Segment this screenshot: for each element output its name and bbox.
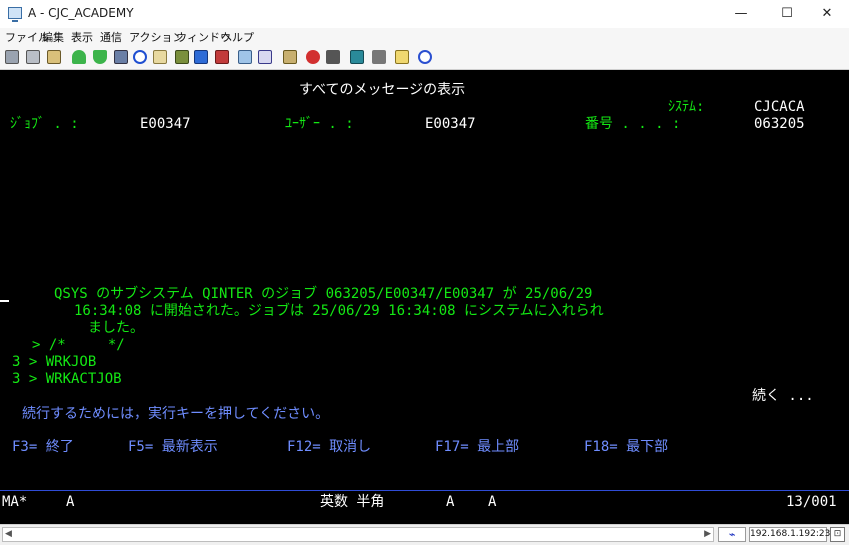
keyboard-icon[interactable] [238,50,252,64]
message-line-3: ました。 [88,320,144,336]
fkey-f18[interactable]: F18= 最下部 [584,439,668,455]
more-indicator: 続く ... [752,388,814,404]
record-macro-icon[interactable] [215,50,229,64]
job-label: ｼﾞｮﾌﾞ . : [10,116,79,132]
command-line-3: 3 > WRKACTJOB [12,371,122,387]
navigator-icon[interactable] [133,50,147,64]
oia-flag-1: A [446,494,455,510]
user-label: ﾕｰｻﾞｰ . : [285,116,354,132]
terminal-app-icon [8,7,22,22]
pause-icon[interactable] [372,50,386,64]
paste-icon[interactable] [26,50,40,64]
print-screen-icon[interactable] [114,50,128,64]
oia-input-mode: 英数 半角 [320,494,385,510]
tools-icon[interactable] [283,50,297,64]
menu-communication[interactable]: 通信 [100,29,122,45]
scroll-left-icon[interactable]: ◀ [5,528,12,541]
system-value: CJCACA [754,99,805,115]
macro-icon[interactable] [194,50,208,64]
display-file-icon[interactable] [153,50,167,64]
oia-separator [0,490,849,491]
paste-next-icon[interactable] [47,50,61,64]
window-title: A - CJC_ACADEMY [28,6,134,20]
scroll-right-icon[interactable]: ▶ [704,528,711,541]
connect-icon[interactable]: ⌁ [718,527,746,542]
command-line-1: > /* */ [32,337,125,353]
record-icon[interactable] [306,50,320,64]
oia-session: A [66,494,75,510]
menu-bar: ファイル 編集 表示 通信 アクション ウィンドウ ヘルプ [0,28,849,45]
close-button[interactable]: ✕ [804,0,849,28]
number-value: 063205 [754,116,805,132]
menu-edit[interactable]: 編集 [42,29,64,45]
copy-icon[interactable] [5,50,19,64]
send-file-icon[interactable] [72,50,86,64]
fkey-f12[interactable]: F12= 取消し [287,439,371,455]
system-label: ｼｽﾃﾑ: [668,99,705,115]
screen-title: すべてのメッセージの表示 [299,82,466,98]
message-line-1: QSYS のサブシステム QINTER のジョブ 063205/E00347/E… [54,286,593,302]
oia-cursor-position: 13/001 [786,494,837,510]
terminal-screen[interactable]: すべてのメッセージの表示 ｼｽﾃﾑ: CJCACA ｼﾞｮﾌﾞ . : E003… [0,70,849,524]
menu-help[interactable]: ヘルプ [221,29,254,45]
session-icon[interactable]: ⊡ [830,527,845,542]
cursor-marker [0,300,9,302]
horizontal-scrollbar[interactable]: ◀ ▶ [2,527,714,542]
job-value: E00347 [140,116,191,132]
fkey-f17[interactable]: F17= 最上部 [435,439,519,455]
status-bar: ◀ ▶ ⌁ 192.168.1.192:23 ⊡ [0,524,849,545]
host-address: 192.168.1.192:23 [749,527,830,542]
number-label: 番号 . . . : [585,116,681,132]
command-line-2: 3 > WRKJOB [12,354,97,370]
minimize-button[interactable]: — [718,0,764,28]
user-value: E00347 [425,116,476,132]
toolbar [0,45,849,70]
oia-flag-2: A [488,494,497,510]
play-icon[interactable] [350,50,364,64]
note-icon[interactable] [395,50,409,64]
fkey-f3[interactable]: F3= 終了 [12,439,74,455]
help-icon[interactable] [418,50,432,64]
quick-keys-icon[interactable] [175,50,189,64]
stop-icon[interactable] [326,50,340,64]
customize-icon[interactable] [258,50,272,64]
message-line-2: 16:34:08 に開始された。ジョブは 25/06/29 16:34:08 に… [74,303,604,319]
receive-file-icon[interactable] [93,50,107,64]
menu-view[interactable]: 表示 [71,29,93,45]
title-bar: A - CJC_ACADEMY — ☐ ✕ [0,0,849,29]
fkey-f5[interactable]: F5= 最新表示 [128,439,218,455]
oia-mode: MA* [2,494,28,510]
instruction-text: 続行するためには，実行キーを押してください。 [22,406,330,422]
